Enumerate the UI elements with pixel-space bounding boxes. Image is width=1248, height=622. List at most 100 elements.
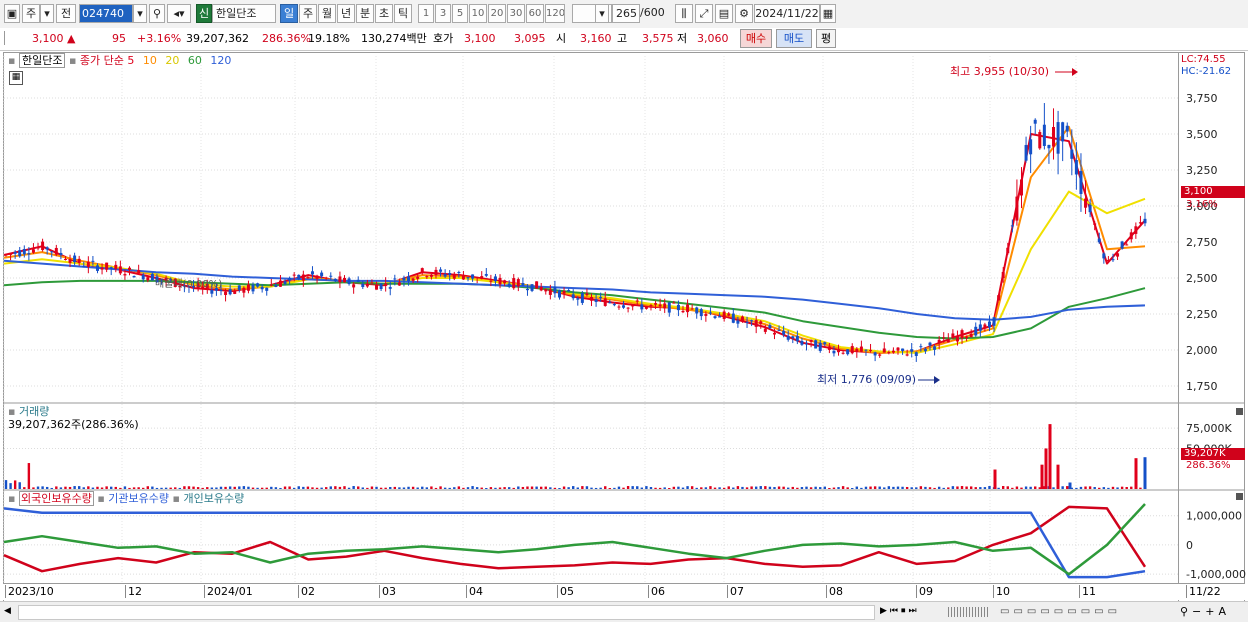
volume-bar <box>1111 486 1115 489</box>
stock-chart[interactable]: 3,7503,5003,2503,0002,7502,5002,2502,000… <box>0 0 1248 621</box>
x-axis-label: 02 <box>298 585 315 598</box>
volume-bar <box>329 486 332 489</box>
volume-bar <box>421 486 424 489</box>
volume-bar <box>942 487 945 489</box>
chart-scrollbar[interactable]: ◀ ▶⏮⏹⏭ ▭▭▭▭▭▭▭▭▭ ⚲−+A <box>0 601 1248 622</box>
legend-stock-name[interactable]: 한일단조 <box>18 53 66 68</box>
candle-body <box>942 337 946 339</box>
volume-bar <box>325 487 328 489</box>
candle-body <box>1015 196 1019 221</box>
legend-dot-icon: ▪ <box>8 492 16 505</box>
candle-body <box>832 350 836 354</box>
volume-bar <box>398 487 401 489</box>
volume-bar <box>274 487 278 489</box>
volume-bar <box>32 487 35 489</box>
candle-body <box>439 269 443 272</box>
volume-bar <box>439 486 442 489</box>
candle-body <box>1116 253 1120 257</box>
volume-bar <box>1088 486 1092 489</box>
candle-body <box>562 291 566 294</box>
legend-dot-icon: ▪ <box>97 492 105 505</box>
candle-body <box>622 305 626 308</box>
table-icon[interactable]: ▦ <box>9 71 23 85</box>
legend-foreign-holdings[interactable]: 외국인보유수량 <box>18 491 94 506</box>
candle-body <box>809 339 813 342</box>
volume-bar <box>1102 487 1106 489</box>
volume-bar <box>809 487 813 489</box>
volume-bar <box>292 487 296 489</box>
candle-body <box>567 290 571 292</box>
volume-bar <box>357 486 360 489</box>
candle-body <box>631 304 635 307</box>
volume-bar <box>210 487 214 489</box>
investor-tick-label: -1,000,000 <box>1186 568 1246 581</box>
candle-body <box>1093 223 1097 225</box>
candle-body <box>846 349 850 355</box>
volume-bar <box>594 487 598 489</box>
volume-bar <box>41 486 44 489</box>
legend-ma-label[interactable]: 종가 단순 <box>80 54 124 67</box>
volume-bar <box>334 486 337 489</box>
zoom-controls-icon[interactable]: ⚲−+A <box>1180 605 1244 618</box>
candle-body <box>310 271 314 275</box>
candle-body <box>969 333 973 338</box>
volume-profile-label: 매물대(0.00%) <box>155 279 223 290</box>
volume-bar <box>338 486 342 489</box>
legend-individual-holdings[interactable]: 개인보유수량 <box>183 492 244 505</box>
candle-body <box>814 340 818 349</box>
volume-bar <box>1120 486 1124 489</box>
candle-body <box>324 277 328 279</box>
candle-body <box>86 261 90 267</box>
candle-body <box>31 249 35 253</box>
volume-legend-label[interactable]: 거래량 <box>19 405 49 418</box>
volume-bar <box>823 486 826 489</box>
candle-body <box>128 267 132 270</box>
volume-bar <box>1125 486 1128 489</box>
volume-bar <box>279 487 282 489</box>
volume-bar <box>814 486 817 489</box>
scroll-left-icon[interactable]: ◀ <box>4 605 16 618</box>
tool-icons[interactable]: ▭▭▭▭▭▭▭▭▭ <box>1000 605 1176 618</box>
high-arrow-head <box>1072 68 1078 76</box>
candle-body <box>503 280 507 284</box>
candle-body <box>416 276 420 279</box>
volume-bar <box>517 486 520 489</box>
candle-body <box>251 284 255 292</box>
candle-body <box>1125 244 1129 246</box>
volume-bar <box>302 486 305 489</box>
volume-bar <box>110 486 113 489</box>
candle-body <box>320 272 324 277</box>
candle-body <box>150 273 154 281</box>
candle-body <box>333 278 337 282</box>
volume-bar <box>219 486 223 489</box>
volume-bar <box>201 487 204 489</box>
candle-body <box>919 346 923 348</box>
volume-bar <box>1061 486 1064 489</box>
candle-body <box>146 277 150 281</box>
candle-body <box>910 349 914 352</box>
candle-body <box>1042 124 1046 146</box>
candle-body <box>974 326 978 336</box>
volume-bar <box>132 487 136 489</box>
price-legend: ▪ 한일단조 ▪ 종가 단순 5 10 20 60 120 <box>8 53 231 68</box>
volume-bar <box>686 486 689 489</box>
volume-bar <box>1034 486 1037 489</box>
volume-bar <box>869 486 872 489</box>
volume-bar <box>819 487 822 489</box>
volume-bar <box>695 487 698 489</box>
scroll-track[interactable] <box>18 605 875 620</box>
candle-body <box>77 258 81 263</box>
volume-bar <box>997 487 1000 489</box>
volume-bar <box>347 487 351 489</box>
volume-bar <box>544 486 547 489</box>
legend-dot-icon: ▪ <box>172 492 180 505</box>
volume-bar <box>974 487 977 489</box>
legend-institution-holdings[interactable]: 기관보유수량 <box>108 492 169 505</box>
playback-controls-icon[interactable]: ▶⏮⏹⏭ <box>880 605 940 618</box>
candle-body <box>397 282 401 286</box>
candle-body <box>448 273 452 275</box>
volume-bar <box>306 486 310 489</box>
volume-bar <box>1029 486 1032 489</box>
volume-bar <box>242 486 246 489</box>
zoom-slider[interactable] <box>948 607 990 617</box>
